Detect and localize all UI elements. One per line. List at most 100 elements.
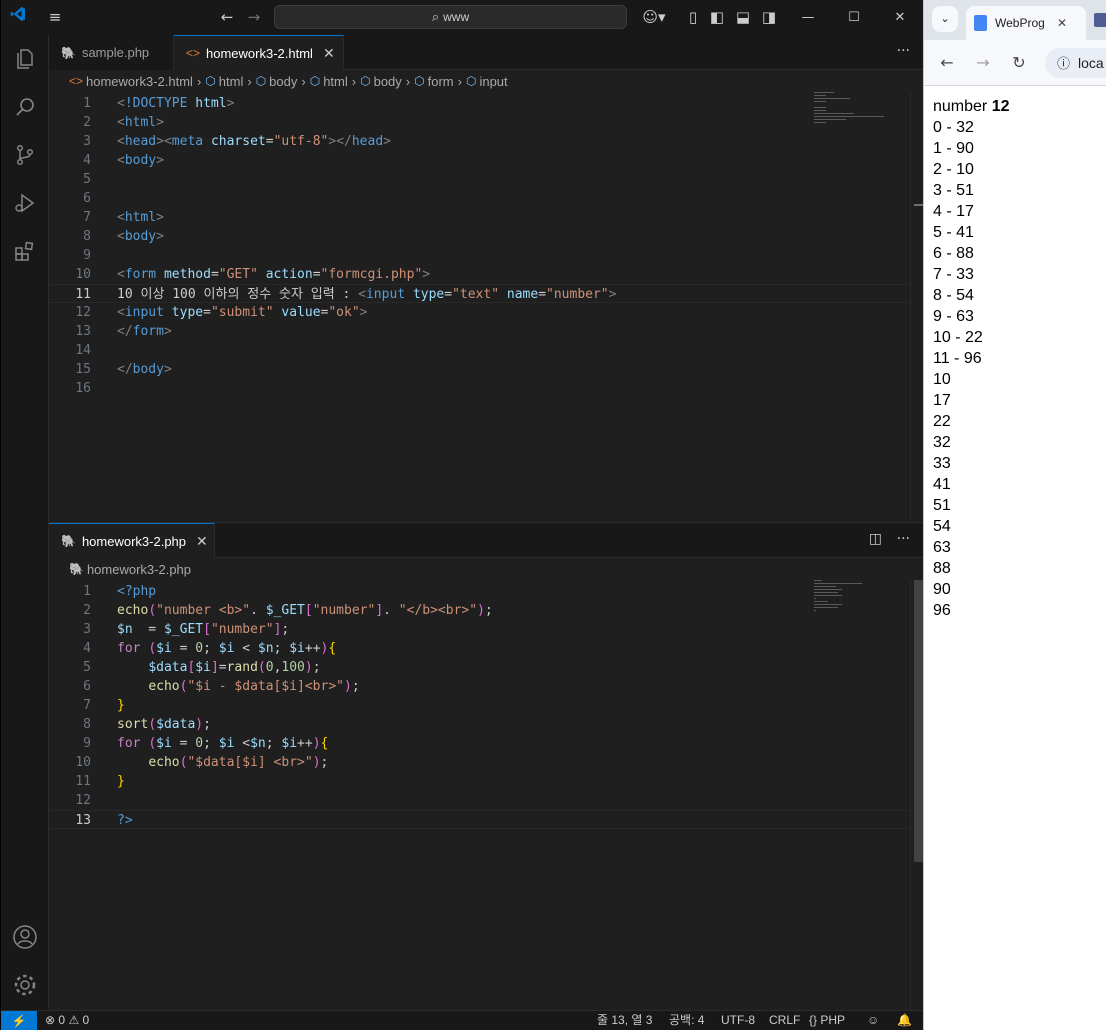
code-line[interactable]: 10 echo("$data[$i] <br>"); xyxy=(49,753,909,772)
code-line[interactable]: 12 xyxy=(49,791,909,810)
code-text: echo("$data[$i] <br>"); xyxy=(148,755,329,770)
source-control-icon[interactable] xyxy=(1,131,49,179)
code-line[interactable]: 2 echo("number <b>". $_GET["number"]. "</… xyxy=(49,601,909,620)
line-ending[interactable]: CRLF xyxy=(769,1011,800,1030)
toggle-sidebar-icon[interactable]: ◧ xyxy=(709,0,725,35)
address-bar[interactable]: ⓘ loca xyxy=(1045,48,1106,78)
breadcrumb-item[interactable]: homework3-2.php xyxy=(87,562,191,577)
breadcrumb-item[interactable]: form xyxy=(428,74,454,89)
code-line[interactable]: 7} xyxy=(49,696,909,715)
code-line[interactable]: 13 </form> xyxy=(49,322,909,341)
remote-indicator-icon[interactable]: ⚡ xyxy=(1,1011,37,1030)
code-line[interactable]: 16 xyxy=(49,379,909,398)
code-line[interactable]: 4 <body> xyxy=(49,151,909,170)
reload-icon[interactable]: ↻ xyxy=(1007,40,1031,86)
html-code-editor[interactable]: 1 <!DOCTYPE html> 2 <html> 3 <head><meta char… xyxy=(49,92,909,512)
tab-homework3-2-html[interactable]: <> homework3-2.html ✕ xyxy=(174,35,344,70)
minimap[interactable] xyxy=(814,580,884,613)
breadcrumb-item[interactable]: homework3-2.html xyxy=(86,74,193,89)
php-code-editor[interactable]: 1 <?php 2 echo("number <b>". $_GET["number"… xyxy=(49,580,909,1000)
code-line[interactable]: 8 <body> xyxy=(49,227,909,246)
browser-tab-strip: ⌄ WebProg ✕ xyxy=(924,0,1106,40)
menu-icon[interactable]: ≡ xyxy=(43,0,67,35)
minimize-button[interactable]: — xyxy=(785,0,831,35)
encoding[interactable]: UTF-8 xyxy=(721,1011,755,1030)
code-line[interactable]: 15 </body> xyxy=(49,360,909,379)
manage-gear-icon[interactable] xyxy=(1,961,49,1009)
breadcrumb-item[interactable]: html xyxy=(323,74,348,89)
line-number: 2 xyxy=(83,603,91,618)
code-line[interactable]: 10 <form method="GET" action="formcgi.php… xyxy=(49,265,909,284)
close-tab-icon[interactable]: ✕ xyxy=(323,45,335,62)
breadcrumb-item[interactable]: html xyxy=(219,74,244,89)
line-number: 8 xyxy=(83,229,91,244)
forward-arrow-icon[interactable]: → xyxy=(971,40,995,86)
run-debug-icon[interactable] xyxy=(1,179,49,227)
output-line: 2 - 10 xyxy=(933,161,974,178)
explorer-icon[interactable] xyxy=(1,35,49,83)
code-line[interactable]: 3 <head><meta charset="utf-8"></head> xyxy=(49,132,909,151)
code-line[interactable]: 6 xyxy=(49,189,909,208)
code-line[interactable]: 5 xyxy=(49,170,909,189)
code-line[interactable]: 5 $data[$i]=rand(0,100); xyxy=(49,658,909,677)
code-line[interactable]: 3 $n = $_GET["number"]; xyxy=(49,620,909,639)
code-line[interactable]: 8 sort($data); xyxy=(49,715,909,734)
indentation[interactable]: 공백: 4 xyxy=(669,1011,704,1030)
more-actions-icon[interactable]: ··· xyxy=(897,43,910,59)
tab-search-chevron-icon[interactable]: ⌄ xyxy=(932,6,958,32)
code-line[interactable]: 11 10 이상 100 이하의 정수 숫자 입력 : <input type="… xyxy=(49,284,909,303)
search-icon[interactable] xyxy=(1,83,49,131)
breadcrumb-item[interactable]: body xyxy=(374,74,402,89)
split-editor-icon[interactable]: ◫ xyxy=(869,531,882,547)
tab-sample-php[interactable]: 🐘 sample.php xyxy=(49,35,174,70)
code-line[interactable]: 9 for ($i = 0; $i <$n; $i++){ xyxy=(49,734,909,753)
code-text: for ($i = 0; $i <$n; $i++){ xyxy=(117,736,329,751)
maximize-button[interactable]: ☐ xyxy=(831,0,877,35)
code-line[interactable]: 13 ?> xyxy=(49,810,909,829)
browser-tab[interactable]: WebProg ✕ xyxy=(966,6,1086,40)
command-center-search[interactable]: ⌕ www xyxy=(274,5,627,29)
toggle-panel-icon[interactable]: ⬓ xyxy=(735,0,751,35)
copilot-icon[interactable]: ☺▾ xyxy=(639,0,669,35)
breadcrumb-item[interactable]: body xyxy=(269,74,297,89)
minimap[interactable] xyxy=(814,92,884,125)
problems-indicator[interactable]: ⊗ 0 ⚠ 0 xyxy=(45,1011,89,1030)
forward-arrow-icon[interactable]: → xyxy=(244,0,264,35)
code-line[interactable]: 1 <?php xyxy=(49,582,909,601)
code-line[interactable]: 7 <html> xyxy=(49,208,909,227)
code-line[interactable]: 11} xyxy=(49,772,909,791)
editor-group-top: 🐘 sample.php <> homework3-2.html ✕ ··· <… xyxy=(49,35,924,522)
close-tab-icon[interactable]: ✕ xyxy=(196,533,208,550)
tab-homework3-2-php[interactable]: 🐘 homework3-2.php ✕ xyxy=(49,523,215,558)
extensions-icon[interactable] xyxy=(1,227,49,275)
site-info-icon[interactable]: ⓘ xyxy=(1057,56,1070,71)
accounts-icon[interactable] xyxy=(1,913,49,961)
line-number: 1 xyxy=(83,584,91,599)
copilot-status-icon[interactable]: ☺ xyxy=(867,1011,879,1030)
code-line[interactable]: 9 xyxy=(49,246,909,265)
back-arrow-icon[interactable]: ← xyxy=(217,0,237,35)
cursor-position[interactable]: 줄 13, 열 3 xyxy=(597,1011,652,1030)
breadcrumb-item[interactable]: input xyxy=(479,74,507,89)
php-favicon-icon[interactable] xyxy=(1094,13,1106,27)
code-line[interactable]: 1 <!DOCTYPE html> xyxy=(49,94,909,113)
vertical-scrollbar[interactable] xyxy=(910,92,924,522)
line-number: 7 xyxy=(83,698,91,713)
language-mode[interactable]: {} PHP xyxy=(809,1011,845,1030)
layout-customize-icon[interactable]: ▯ xyxy=(685,0,701,35)
code-line[interactable]: 4 for ($i = 0; $i < $n; $i++){ xyxy=(49,639,909,658)
close-window-button[interactable]: ✕ xyxy=(877,0,923,35)
more-actions-icon[interactable]: ··· xyxy=(897,531,910,547)
back-arrow-icon[interactable]: ← xyxy=(935,40,959,86)
close-tab-icon[interactable]: ✕ xyxy=(1057,16,1067,30)
notifications-bell-icon[interactable]: 🔔 xyxy=(897,1011,912,1030)
code-line[interactable]: 6 echo("$i - $data[$i]<br>"); xyxy=(49,677,909,696)
code-line[interactable]: 2 <html> xyxy=(49,113,909,132)
output-line: 88 xyxy=(933,560,951,577)
line-number: 2 xyxy=(83,115,91,130)
code-line[interactable]: 14 xyxy=(49,341,909,360)
php-file-icon: 🐘 xyxy=(69,562,84,576)
code-line[interactable]: 12 <input type="submit" value="ok"> xyxy=(49,303,909,322)
toggle-secondary-sidebar-icon[interactable]: ◨ xyxy=(761,0,777,35)
vertical-scrollbar[interactable] xyxy=(910,580,924,1011)
